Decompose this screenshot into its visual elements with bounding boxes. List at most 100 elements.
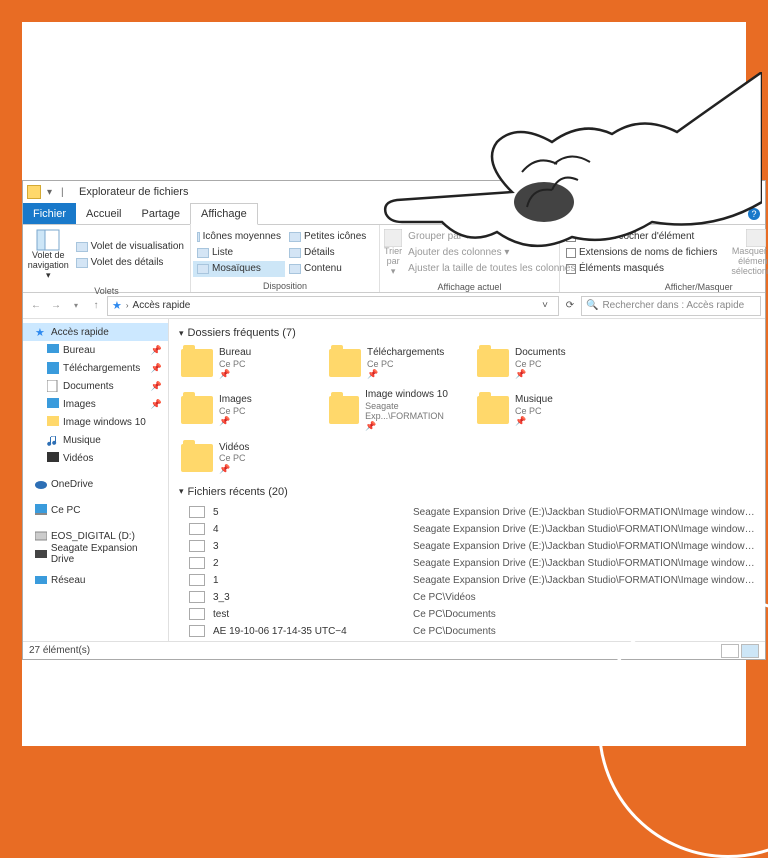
group-label-layout: Disposition <box>191 280 379 292</box>
checkbox-icon <box>566 232 576 242</box>
tree-quick-access[interactable]: ★Accès rapide <box>23 323 168 341</box>
tab-view[interactable]: Affichage <box>190 203 258 225</box>
recent-file-row[interactable]: 1 Seagate Expansion Drive (E:)\Jackban S… <box>179 572 755 589</box>
preview-pane-button[interactable]: Volet de visualisation <box>72 239 188 255</box>
tree-pictures[interactable]: Images📌 <box>23 395 168 413</box>
layout-small-icons[interactable]: Petites icônes <box>285 229 377 245</box>
folder-name: Bureau <box>219 347 251 359</box>
maximize-button[interactable]: □ <box>693 181 727 203</box>
folder-tile[interactable]: Vidéos Ce PC 📌 <box>179 440 327 476</box>
pin-icon: 📌 <box>219 369 251 379</box>
tab-file[interactable]: Fichier <box>23 203 76 224</box>
folder-location: Ce PC <box>515 406 553 416</box>
recent-files-header[interactable]: ▾Fichiers récents (20) <box>179 486 755 498</box>
search-input[interactable]: 🔍 Rechercher dans : Accès rapide <box>581 296 761 316</box>
folder-tile[interactable]: Téléchargements Ce PC 📌 <box>327 345 475 381</box>
file-extensions-toggle[interactable]: Extensions de noms de fichiers <box>562 245 721 261</box>
item-checkboxes-toggle[interactable]: Cases à cocher d'élément <box>562 229 721 245</box>
recent-file-row[interactable]: 3 Seagate Expansion Drive (E:)\Jackban S… <box>179 538 755 555</box>
refresh-button[interactable]: ⟳ <box>561 300 579 311</box>
desktop-icon <box>47 344 59 356</box>
folder-tile[interactable]: Images Ce PC 📌 <box>179 387 327 434</box>
back-button[interactable]: ← <box>27 297 45 315</box>
hide-icon <box>746 229 766 247</box>
group-label-showhide: Afficher/Masquer <box>560 281 768 293</box>
folder-name: Vidéos <box>219 442 249 454</box>
search-placeholder: Rechercher dans : Accès rapide <box>602 300 744 311</box>
folder-name: Musique <box>515 394 553 406</box>
drive-icon <box>35 530 47 542</box>
frequent-folders-header[interactable]: ▾Dossiers fréquents (7) <box>179 327 755 339</box>
tree-image-win10[interactable]: Image windows 10 <box>23 413 168 431</box>
layout-content[interactable]: Contenu <box>285 261 377 277</box>
file-icon <box>189 540 205 552</box>
details-pane-button[interactable]: Volet des détails <box>72 255 188 271</box>
folder-icon <box>181 349 213 377</box>
file-name: 1 <box>213 575 413 586</box>
checkbox-icon <box>566 248 576 258</box>
star-icon: ★ <box>35 326 47 338</box>
recent-locations-button[interactable]: ▾ <box>67 297 85 315</box>
forward-button[interactable]: → <box>47 297 65 315</box>
folder-name: Images <box>219 394 252 406</box>
address-dropdown-icon[interactable]: ˅ <box>536 300 554 311</box>
file-name: test <box>213 609 413 620</box>
help-button[interactable]: ? <box>743 203 765 224</box>
downloads-icon <box>47 362 59 374</box>
up-button[interactable]: ↑ <box>87 297 105 315</box>
layout-tiles[interactable]: Mosaïques <box>193 261 285 277</box>
address-bar[interactable]: ★ › Accès rapide ˅ <box>107 296 559 316</box>
add-columns-button[interactable]: Ajouter des colonnes ▾ <box>404 245 579 261</box>
layout-details[interactable]: Détails <box>285 245 377 261</box>
hidden-items-toggle[interactable]: Éléments masqués <box>562 261 721 277</box>
chevron-down-icon: ▾ <box>179 328 184 339</box>
quick-access-star-icon: ★ <box>112 299 122 312</box>
folder-tile[interactable]: Musique Ce PC 📌 <box>475 387 623 434</box>
navigation-pane-button[interactable]: Volet de navigation ▾ <box>25 227 72 283</box>
folder-tile[interactable]: Bureau Ce PC 📌 <box>179 345 327 381</box>
qat-dropdown-icon[interactable]: ▾ <box>47 187 57 198</box>
ribbon-tabs: Fichier Accueil Partage Affichage ? <box>23 203 765 225</box>
tree-desktop[interactable]: Bureau📌 <box>23 341 168 359</box>
folder-icon <box>329 396 359 424</box>
minimize-button[interactable]: — <box>659 181 693 203</box>
recent-file-row[interactable]: 5 Seagate Expansion Drive (E:)\Jackban S… <box>179 504 755 521</box>
tab-home[interactable]: Accueil <box>76 203 131 224</box>
tiles-icon <box>197 264 209 274</box>
file-name: 3 <box>213 541 413 552</box>
music-icon <box>47 434 59 446</box>
title-bar: ▾ | Explorateur de fichiers — □ ✕ <box>23 181 765 203</box>
layout-list[interactable]: Liste <box>193 245 285 261</box>
small-icons-icon <box>289 232 301 242</box>
sort-by-button[interactable]: Trier par ▾ <box>382 227 404 279</box>
folder-icon <box>181 396 213 424</box>
file-icon <box>189 557 205 569</box>
file-path: Seagate Expansion Drive (E:)\Jackban Stu… <box>413 575 755 586</box>
explorer-icon <box>27 185 41 199</box>
tree-seagate[interactable]: Seagate Expansion Drive <box>23 545 168 563</box>
folder-name: Téléchargements <box>367 347 444 359</box>
tree-downloads[interactable]: Téléchargements📌 <box>23 359 168 377</box>
tree-onedrive[interactable]: OneDrive <box>23 475 168 493</box>
recent-file-row[interactable]: 2 Seagate Expansion Drive (E:)\Jackban S… <box>179 555 755 572</box>
close-button[interactable]: ✕ <box>727 181 761 203</box>
tree-documents[interactable]: Documents📌 <box>23 377 168 395</box>
hide-selected-button[interactable]: Masquer les éléments sélectionnés <box>721 227 768 279</box>
tree-videos[interactable]: Vidéos <box>23 449 168 467</box>
tab-share[interactable]: Partage <box>131 203 190 224</box>
recent-file-row[interactable]: 3_3 Ce PC\Vidéos <box>179 589 755 606</box>
tree-this-pc[interactable]: Ce PC <box>23 501 168 519</box>
layout-medium-icons[interactable]: Icônes moyennes <box>193 229 285 245</box>
folder-tile[interactable]: Documents Ce PC 📌 <box>475 345 623 381</box>
breadcrumb[interactable]: Accès rapide <box>133 300 191 311</box>
recent-file-row[interactable]: 4 Seagate Expansion Drive (E:)\Jackban S… <box>179 521 755 538</box>
group-by-button[interactable]: Grouper par ▾ <box>404 229 579 245</box>
tree-network[interactable]: Réseau <box>23 571 168 589</box>
size-columns-button[interactable]: Ajuster la taille de toutes les colonnes <box>404 261 579 277</box>
breadcrumb-chevron-icon[interactable]: › <box>126 301 129 310</box>
folder-tile[interactable]: Image windows 10 Seagate Exp...\FORMATIO… <box>327 387 475 434</box>
tree-music[interactable]: Musique <box>23 431 168 449</box>
file-path: Seagate Expansion Drive (E:)\Jackban Stu… <box>413 524 755 535</box>
item-count: 27 élément(s) <box>29 645 90 656</box>
file-name: 4 <box>213 524 413 535</box>
